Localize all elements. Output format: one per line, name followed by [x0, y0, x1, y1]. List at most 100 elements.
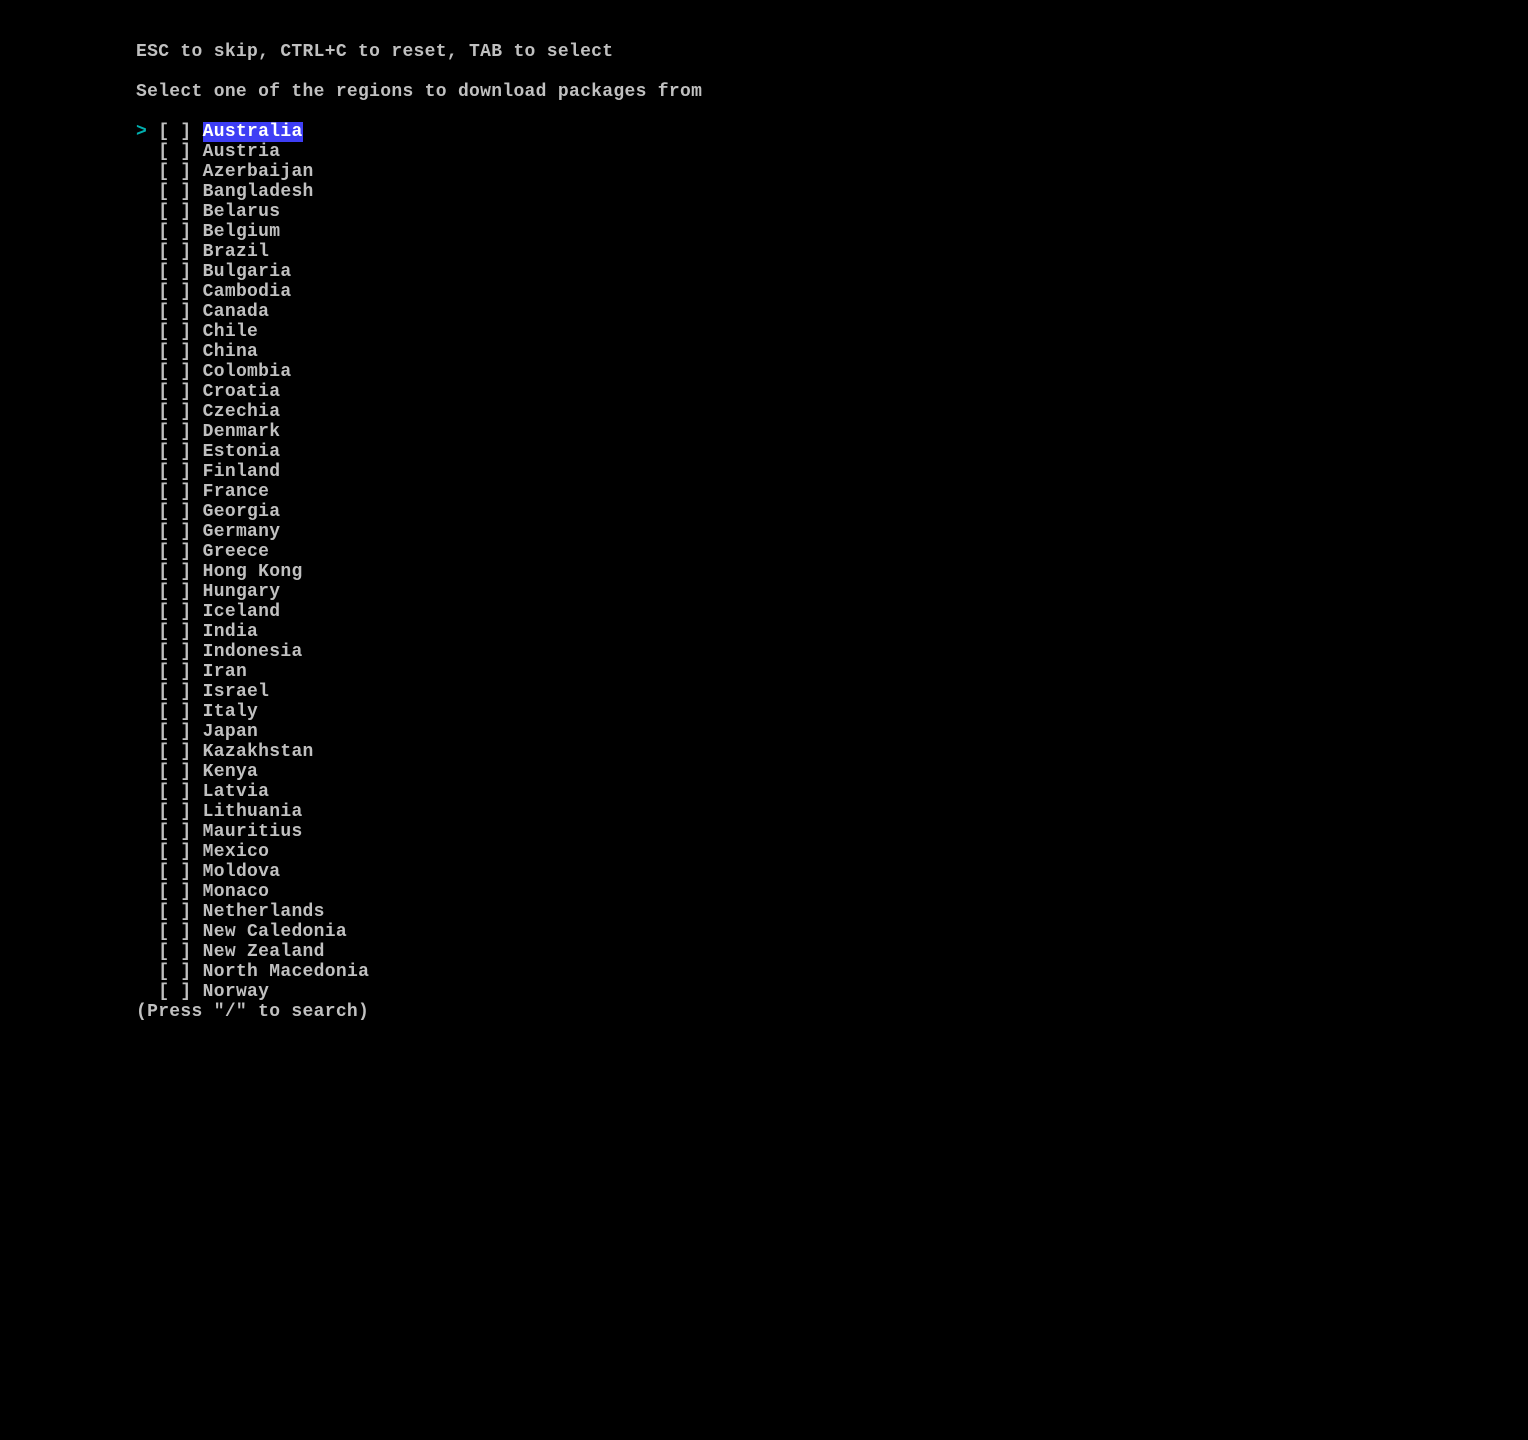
region-list[interactable]: > [ ] Australia [ ] Austria [ ] Azerbaij…	[136, 123, 1528, 1003]
checkbox[interactable]: [ ]	[158, 862, 202, 882]
region-option[interactable]: [ ] India	[136, 623, 1528, 643]
region-option[interactable]: [ ] Croatia	[136, 383, 1528, 403]
checkbox[interactable]: [ ]	[158, 502, 202, 522]
region-option[interactable]: [ ] Latvia	[136, 783, 1528, 803]
checkbox[interactable]: [ ]	[158, 442, 202, 462]
region-option[interactable]: [ ] Estonia	[136, 443, 1528, 463]
region-option[interactable]: [ ] Israel	[136, 683, 1528, 703]
region-name: Mexico	[203, 842, 270, 862]
checkbox[interactable]: [ ]	[158, 522, 202, 542]
region-option[interactable]: [ ] North Macedonia	[136, 963, 1528, 983]
prompt-line: Select one of the regions to download pa…	[136, 83, 1528, 103]
region-option[interactable]: [ ] Chile	[136, 323, 1528, 343]
checkbox[interactable]: [ ]	[158, 802, 202, 822]
region-name: Hungary	[203, 582, 281, 602]
region-name: Denmark	[203, 422, 281, 442]
checkbox[interactable]: [ ]	[158, 202, 202, 222]
checkbox[interactable]: [ ]	[158, 702, 202, 722]
region-option[interactable]: [ ] Denmark	[136, 423, 1528, 443]
checkbox[interactable]: [ ]	[158, 282, 202, 302]
region-option[interactable]: [ ] Monaco	[136, 883, 1528, 903]
checkbox[interactable]: [ ]	[158, 482, 202, 502]
region-option[interactable]: [ ] Kazakhstan	[136, 743, 1528, 763]
checkbox[interactable]: [ ]	[158, 922, 202, 942]
region-option[interactable]: [ ] Belarus	[136, 203, 1528, 223]
region-option[interactable]: [ ] Belgium	[136, 223, 1528, 243]
checkbox[interactable]: [ ]	[158, 782, 202, 802]
region-option[interactable]: [ ] Lithuania	[136, 803, 1528, 823]
checkbox[interactable]: [ ]	[158, 222, 202, 242]
region-name: Estonia	[203, 442, 281, 462]
region-option[interactable]: [ ] Italy	[136, 703, 1528, 723]
region-option[interactable]: [ ] Germany	[136, 523, 1528, 543]
checkbox[interactable]: [ ]	[158, 882, 202, 902]
region-option[interactable]: [ ] Netherlands	[136, 903, 1528, 923]
checkbox[interactable]: [ ]	[158, 402, 202, 422]
checkbox[interactable]: [ ]	[158, 562, 202, 582]
checkbox[interactable]: [ ]	[158, 422, 202, 442]
checkbox[interactable]: [ ]	[158, 542, 202, 562]
region-option[interactable]: [ ] Cambodia	[136, 283, 1528, 303]
checkbox[interactable]: [ ]	[158, 762, 202, 782]
region-option[interactable]: > [ ] Australia	[136, 123, 1528, 143]
region-option[interactable]: [ ] Hungary	[136, 583, 1528, 603]
region-name: Iceland	[203, 602, 281, 622]
region-name: Iran	[203, 662, 247, 682]
checkbox[interactable]: [ ]	[158, 262, 202, 282]
checkbox[interactable]: [ ]	[158, 602, 202, 622]
region-option[interactable]: [ ] Colombia	[136, 363, 1528, 383]
checkbox[interactable]: [ ]	[158, 342, 202, 362]
checkbox[interactable]: [ ]	[158, 302, 202, 322]
checkbox[interactable]: [ ]	[158, 902, 202, 922]
region-option[interactable]: [ ] New Zealand	[136, 943, 1528, 963]
checkbox[interactable]: [ ]	[158, 682, 202, 702]
region-option[interactable]: [ ] Norway	[136, 983, 1528, 1003]
checkbox[interactable]: [ ]	[158, 722, 202, 742]
region-option[interactable]: [ ] Iceland	[136, 603, 1528, 623]
region-option[interactable]: [ ] France	[136, 483, 1528, 503]
checkbox[interactable]: [ ]	[158, 322, 202, 342]
checkbox[interactable]: [ ]	[158, 742, 202, 762]
checkbox[interactable]: [ ]	[158, 982, 202, 1002]
region-option[interactable]: [ ] Indonesia	[136, 643, 1528, 663]
region-name: Belgium	[203, 222, 281, 242]
checkbox[interactable]: [ ]	[158, 622, 202, 642]
region-option[interactable]: [ ] Japan	[136, 723, 1528, 743]
checkbox[interactable]: [ ]	[158, 662, 202, 682]
region-option[interactable]: [ ] Moldova	[136, 863, 1528, 883]
checkbox[interactable]: [ ]	[158, 142, 202, 162]
region-option[interactable]: [ ] Mexico	[136, 843, 1528, 863]
region-name: Hong Kong	[203, 562, 303, 582]
checkbox[interactable]: [ ]	[158, 362, 202, 382]
checkbox[interactable]: [ ]	[158, 842, 202, 862]
checkbox[interactable]: [ ]	[158, 582, 202, 602]
region-name: Finland	[203, 462, 281, 482]
region-option[interactable]: [ ] Georgia	[136, 503, 1528, 523]
region-option[interactable]: [ ] Austria	[136, 143, 1528, 163]
checkbox[interactable]: [ ]	[158, 122, 202, 142]
checkbox[interactable]: [ ]	[158, 462, 202, 482]
region-option[interactable]: [ ] Bangladesh	[136, 183, 1528, 203]
region-option[interactable]: [ ] Bulgaria	[136, 263, 1528, 283]
region-option[interactable]: [ ] New Caledonia	[136, 923, 1528, 943]
checkbox[interactable]: [ ]	[158, 822, 202, 842]
region-option[interactable]: [ ] Hong Kong	[136, 563, 1528, 583]
region-option[interactable]: [ ] Iran	[136, 663, 1528, 683]
region-option[interactable]: [ ] Azerbaijan	[136, 163, 1528, 183]
region-option[interactable]: [ ] Czechia	[136, 403, 1528, 423]
checkbox[interactable]: [ ]	[158, 242, 202, 262]
checkbox[interactable]: [ ]	[158, 642, 202, 662]
region-option[interactable]: [ ] Canada	[136, 303, 1528, 323]
region-option[interactable]: [ ] Greece	[136, 543, 1528, 563]
checkbox[interactable]: [ ]	[158, 962, 202, 982]
region-option[interactable]: [ ] Brazil	[136, 243, 1528, 263]
checkbox[interactable]: [ ]	[158, 942, 202, 962]
region-option[interactable]: [ ] Kenya	[136, 763, 1528, 783]
region-option[interactable]: [ ] Mauritius	[136, 823, 1528, 843]
checkbox[interactable]: [ ]	[158, 382, 202, 402]
region-option[interactable]: [ ] China	[136, 343, 1528, 363]
checkbox[interactable]: [ ]	[158, 182, 202, 202]
region-option[interactable]: [ ] Finland	[136, 463, 1528, 483]
region-name: Chile	[203, 322, 259, 342]
checkbox[interactable]: [ ]	[158, 162, 202, 182]
